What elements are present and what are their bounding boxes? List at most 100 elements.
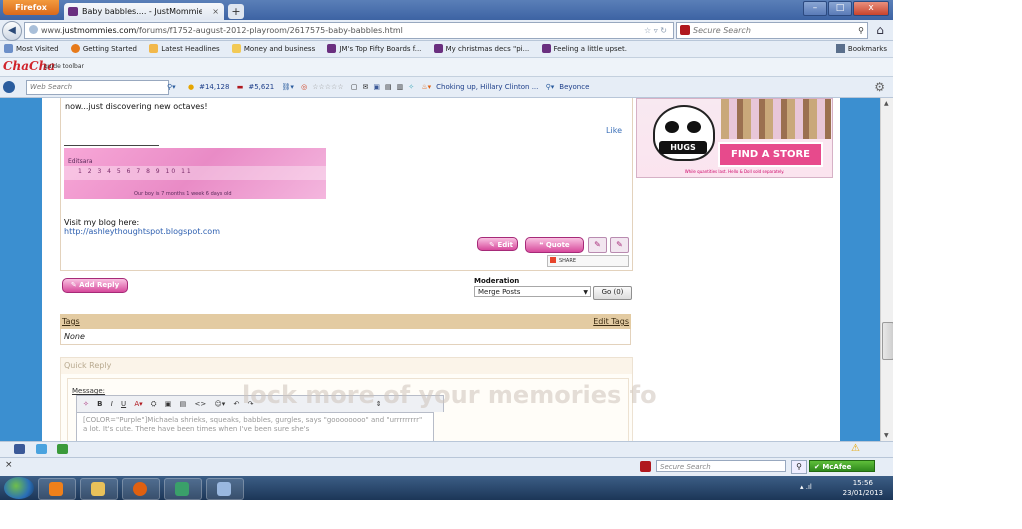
- moderation-select[interactable]: Merge Posts ▼: [474, 286, 591, 297]
- page-viewport: now...just discovering new octaves! Like…: [0, 98, 880, 441]
- maximize-button[interactable]: □: [828, 1, 852, 16]
- mail-icon[interactable]: ✉: [362, 83, 368, 91]
- toolbar-globe-icon[interactable]: [3, 81, 15, 93]
- like-link[interactable]: Like: [606, 126, 622, 135]
- paint-icon: [217, 482, 231, 496]
- page-icon[interactable]: ▥: [397, 83, 404, 91]
- paint-button[interactable]: [206, 478, 244, 500]
- bookmark-item[interactable]: Feeling a little upset.: [541, 41, 627, 57]
- favicon-icon: [68, 7, 78, 16]
- rank-1[interactable]: #14,128: [199, 83, 229, 91]
- moderation-label: Moderation: [474, 277, 520, 285]
- twitter-share-icon[interactable]: [36, 444, 47, 454]
- rank-2[interactable]: #5,621: [248, 83, 274, 91]
- undo-icon[interactable]: ↶: [233, 396, 239, 412]
- blog-link[interactable]: http://ashleythoughtspot.blogspot.com: [64, 227, 220, 236]
- scroll-down-icon[interactable]: ▼: [884, 432, 889, 439]
- toolbar-items: ● #14,128 ▬ #5,621 ⛓▾ ◎ ☆☆☆☆☆ ▢ ✉ ▣ ▤ ▥ ✧ ♨▾ Chok…: [188, 77, 594, 97]
- firefox-menu-button[interactable]: Firefox: [3, 0, 59, 15]
- edit-tags-link[interactable]: Edit Tags: [593, 314, 629, 329]
- media-player-button[interactable]: [38, 478, 76, 500]
- tags-value: None: [60, 329, 631, 345]
- picture-icon[interactable]: ▤: [385, 83, 392, 91]
- warning-icon[interactable]: ⚠: [851, 443, 865, 455]
- bookmarks-menu-button[interactable]: Bookmarks: [835, 41, 887, 57]
- banner-caption: Our boy is 7 months 1 week 6 days old: [134, 191, 232, 197]
- scroll-thumb[interactable]: [882, 322, 893, 360]
- jm-icon: [433, 44, 443, 53]
- start-button[interactable]: [4, 477, 34, 499]
- bookmarks-bar: Most Visited Getting Started Latest Head…: [0, 41, 893, 58]
- link-icon[interactable]: ⛓▾: [281, 83, 293, 91]
- photo-app-button[interactable]: [164, 478, 202, 500]
- bookmark-item[interactable]: Getting Started: [70, 41, 137, 57]
- tray-icons[interactable]: ▴ .ıl: [800, 483, 812, 491]
- underline-button[interactable]: U: [121, 396, 126, 412]
- close-window-button[interactable]: x: [853, 1, 889, 16]
- toolbar-square-icon[interactable]: ▢: [351, 83, 358, 91]
- banner-numbers: 1 2 3 4 5 6 7 8 9 10 11: [78, 168, 193, 175]
- firefox-taskbar-button[interactable]: [122, 478, 160, 500]
- gear-icon[interactable]: ⚙: [874, 77, 885, 97]
- system-clock[interactable]: 15:56 23/01/2013: [843, 478, 883, 498]
- news-headline[interactable]: Choking up, Hillary Clinton ...: [436, 83, 538, 91]
- link-icon[interactable]: ⛭: [151, 396, 157, 412]
- facebook-icon[interactable]: ▣: [373, 83, 380, 91]
- multiquote-icon[interactable]: ✎: [588, 237, 607, 253]
- image-icon[interactable]: ▣: [165, 396, 172, 412]
- bookmark-item[interactable]: Latest Headlines: [149, 41, 220, 57]
- new-tab-button[interactable]: +: [228, 4, 244, 19]
- star-rating[interactable]: ☆☆☆☆☆: [312, 83, 343, 91]
- clock-time: 15:56: [852, 479, 873, 487]
- edit-button[interactable]: ✎ Edit: [477, 237, 518, 251]
- report-icon[interactable]: ✎: [610, 237, 629, 253]
- tags-link[interactable]: Tags: [62, 314, 80, 329]
- browser-tab[interactable]: Baby babbles.... - JustMommies Messag...…: [64, 3, 224, 20]
- bookmark-item[interactable]: Money and business: [231, 41, 315, 57]
- most-visited-icon: [4, 44, 13, 53]
- share-icon: [550, 257, 556, 263]
- bookmark-star-icon[interactable]: ☆ ▿ ↻: [644, 23, 667, 38]
- web-search-input[interactable]: Web Search: [26, 80, 169, 95]
- bookmark-item[interactable]: My christmas decs "pi...: [433, 41, 529, 57]
- scroll-up-icon[interactable]: ▲: [884, 100, 889, 107]
- email-share-icon[interactable]: [57, 444, 68, 454]
- go-button[interactable]: Go (0): [593, 286, 632, 300]
- sparkle-icon[interactable]: ✧: [408, 83, 414, 91]
- find-store-button[interactable]: FIND A STORE: [718, 142, 823, 167]
- secure-search-field[interactable]: Secure Search: [656, 460, 786, 472]
- minimize-button[interactable]: –: [803, 1, 827, 16]
- vertical-scrollbar[interactable]: ▲ ▼: [880, 98, 893, 441]
- italic-button[interactable]: I: [111, 396, 113, 412]
- harajuku-ad[interactable]: HUGS FIND A STORE While quantities last.…: [636, 98, 833, 178]
- url-bar[interactable]: www.justmommies.com/forums/f1752-august-…: [24, 22, 674, 39]
- bold-button[interactable]: B: [97, 396, 102, 412]
- trend-beyonce[interactable]: Beyonce: [559, 83, 589, 91]
- ad-fine-print: While quantities last. Hello & Doll sold…: [684, 169, 785, 174]
- trend-icon: ⚲▾: [545, 83, 555, 91]
- quote-button[interactable]: ❝ Quote: [525, 237, 584, 253]
- home-icon[interactable]: ⌂: [872, 22, 888, 38]
- search-icon[interactable]: ⚲: [858, 23, 864, 38]
- add-reply-button[interactable]: ✎ Add Reply: [62, 278, 128, 293]
- smiley-icon[interactable]: ☺▾: [214, 396, 225, 412]
- code-icon[interactable]: <>: [194, 396, 206, 412]
- search-go-icon[interactable]: ⚲▾: [167, 77, 176, 97]
- share-button[interactable]: SHARE: [547, 255, 629, 267]
- search-icon[interactable]: ⚲: [791, 460, 807, 474]
- secure-search-input[interactable]: Secure Search ⚲: [676, 22, 868, 39]
- facebook-share-icon[interactable]: [14, 444, 25, 454]
- font-color-button[interactable]: A▾: [134, 396, 142, 412]
- bookmark-item[interactable]: Most Visited: [4, 41, 59, 57]
- mcafee-button[interactable]: ✔ McAfee: [809, 460, 875, 472]
- tab-close-icon[interactable]: ×: [212, 3, 219, 20]
- message-textarea[interactable]: [COLOR="Purple"]Michaela shrieks, squeak…: [76, 412, 434, 441]
- explorer-button[interactable]: [80, 478, 118, 500]
- panda-logo: HUGS: [653, 105, 715, 161]
- bookmark-item[interactable]: JM's Top Fifty Boards f...: [327, 41, 421, 57]
- folder-icon: [91, 482, 105, 496]
- back-button[interactable]: ◀: [2, 21, 22, 41]
- close-addon-bar-icon[interactable]: ×: [5, 460, 13, 470]
- magic-icon[interactable]: ✧: [83, 396, 89, 412]
- quote-icon[interactable]: ▤: [180, 396, 187, 412]
